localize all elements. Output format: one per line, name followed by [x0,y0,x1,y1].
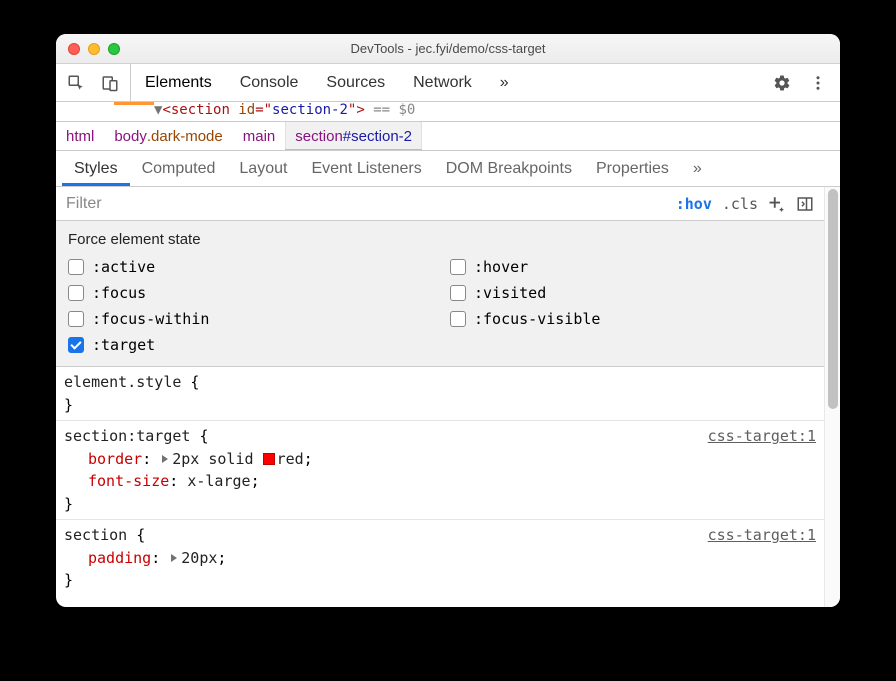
force-element-state: Force element state :active :hover :focu… [56,221,824,367]
crumb-body[interactable]: body.dark-mode [104,122,232,150]
state-visited[interactable]: :visited [450,284,812,302]
tab-console[interactable]: Console [226,64,313,101]
expand-icon[interactable] [171,554,177,562]
checkbox-icon[interactable] [68,259,84,275]
maximize-icon[interactable] [108,43,120,55]
scrollbar-thumb[interactable] [828,189,838,409]
stab-layout[interactable]: Layout [227,151,299,186]
force-state-title: Force element state [68,231,812,248]
kebab-menu-icon[interactable] [808,73,828,93]
crumb-main[interactable]: main [233,122,286,150]
tab-network[interactable]: Network [399,64,486,101]
toolbar-right [760,73,840,93]
state-focus-visible[interactable]: :focus-visible [450,310,812,328]
sidebar-tabs: Styles Computed Layout Event Listeners D… [56,151,840,187]
filter-row: :hov .cls [56,187,824,221]
window-title: DevTools - jec.fyi/demo/css-target [56,41,840,56]
decl-font-size[interactable]: font-size: x-large; [64,470,816,493]
stab-event-listeners[interactable]: Event Listeners [299,151,433,186]
stab-dom-breakpoints[interactable]: DOM Breakpoints [434,151,584,186]
expand-icon[interactable] [162,455,168,463]
minimize-icon[interactable] [88,43,100,55]
toggle-cls[interactable]: .cls [722,195,758,213]
checkbox-icon[interactable] [450,311,466,327]
filter-input[interactable] [56,187,666,220]
dom-tree-row[interactable]: ▼<section id="section-2"> == $0 [56,102,840,121]
state-target[interactable]: :target [68,336,430,354]
new-style-rule-icon[interactable] [768,195,786,213]
rule-section[interactable]: css-target:1 section { padding: 20px; } [56,520,824,596]
device-toggle-icon[interactable] [100,73,120,93]
main-tabs: Elements Console Sources Network » [131,64,523,101]
selection-highlight [114,102,154,105]
checkbox-icon[interactable] [450,285,466,301]
titlebar: DevTools - jec.fyi/demo/css-target [56,34,840,64]
toggle-hov[interactable]: :hov [676,195,712,213]
window-controls [56,43,120,55]
stab-overflow[interactable]: » [681,151,714,186]
close-icon[interactable] [68,43,80,55]
decl-padding[interactable]: padding: 20px; [64,547,816,570]
tab-elements[interactable]: Elements [131,64,226,101]
settings-icon[interactable] [772,73,792,93]
main-toolbar: Elements Console Sources Network » [56,64,840,102]
crumb-section[interactable]: section#section-2 [285,122,422,150]
rule-source-link[interactable]: css-target:1 [708,524,816,547]
tab-sources[interactable]: Sources [312,64,399,101]
checkbox-icon[interactable] [68,311,84,327]
toolbar-left [56,64,131,101]
state-hover[interactable]: :hover [450,258,812,276]
rule-section-target[interactable]: css-target:1 section:target { border: 2p… [56,421,824,520]
state-focus[interactable]: :focus [68,284,430,302]
stab-properties[interactable]: Properties [584,151,681,186]
checkbox-icon[interactable] [450,259,466,275]
breadcrumbs: html body.dark-mode main section#section… [56,121,840,151]
stab-styles[interactable]: Styles [62,151,130,186]
styles-content: :hov .cls Force element state :active :h… [56,187,824,607]
state-focus-within[interactable]: :focus-within [68,310,430,328]
stab-computed[interactable]: Computed [130,151,228,186]
tabs-overflow[interactable]: » [486,64,523,101]
state-active[interactable]: :active [68,258,430,276]
styles-pane: :hov .cls Force element state :active :h… [56,187,840,607]
rule-source-link[interactable]: css-target:1 [708,425,816,448]
inspect-icon[interactable] [66,73,86,93]
devtools-window: DevTools - jec.fyi/demo/css-target Eleme… [56,34,840,607]
filter-actions: :hov .cls [666,195,824,213]
color-swatch[interactable] [263,453,275,465]
computed-sidebar-toggle-icon[interactable] [796,195,814,213]
crumb-html[interactable]: html [56,122,104,150]
scrollbar[interactable] [824,187,840,607]
checkbox-icon[interactable] [68,285,84,301]
rule-element-style[interactable]: element.style { } [56,367,824,421]
state-grid: :active :hover :focus :visited :focus-wi… [68,258,812,354]
decl-border[interactable]: border: 2px solid red; [64,448,816,471]
checkbox-icon[interactable] [68,337,84,353]
